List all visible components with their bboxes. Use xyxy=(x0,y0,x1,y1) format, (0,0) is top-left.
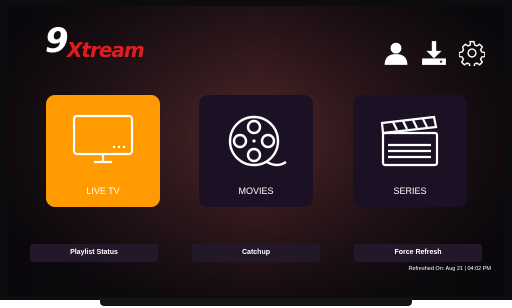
download-icon[interactable] xyxy=(421,40,447,66)
tv-stand xyxy=(100,298,412,306)
movies-label: MOVIES xyxy=(238,186,274,196)
logo-text: Xtream xyxy=(67,38,145,62)
series-tile[interactable]: SERIES xyxy=(353,95,467,207)
refresh-value: Aug 21 | 04:02 PM xyxy=(445,266,491,272)
clapperboard-icon xyxy=(379,113,441,169)
settings-icon[interactable] xyxy=(459,40,485,66)
playlist-status-button[interactable]: Playlist Status xyxy=(30,244,158,262)
refresh-status: Refreshed On: Aug 21 | 04:02 PM xyxy=(349,266,491,272)
movies-tile[interactable]: MOVIES xyxy=(199,95,313,207)
catchup-button[interactable]: Catchup xyxy=(192,244,320,262)
logo-number: 9 xyxy=(45,21,69,61)
app-screen: 9 Xtream LIVE TV MOVIES SERIES Playlist … xyxy=(7,6,505,296)
film-reel-icon xyxy=(225,113,287,169)
refresh-label: Refreshed On: xyxy=(408,266,445,272)
live-tv-label: LIVE TV xyxy=(86,186,120,196)
live-tv-tile[interactable]: LIVE TV xyxy=(46,95,160,207)
tv-frame: 9 Xtream LIVE TV MOVIES SERIES Playlist … xyxy=(0,0,512,300)
series-label: SERIES xyxy=(393,186,427,196)
tv-icon xyxy=(72,113,134,169)
user-icon[interactable] xyxy=(383,40,409,66)
force-refresh-button[interactable]: Force Refresh xyxy=(354,244,482,262)
